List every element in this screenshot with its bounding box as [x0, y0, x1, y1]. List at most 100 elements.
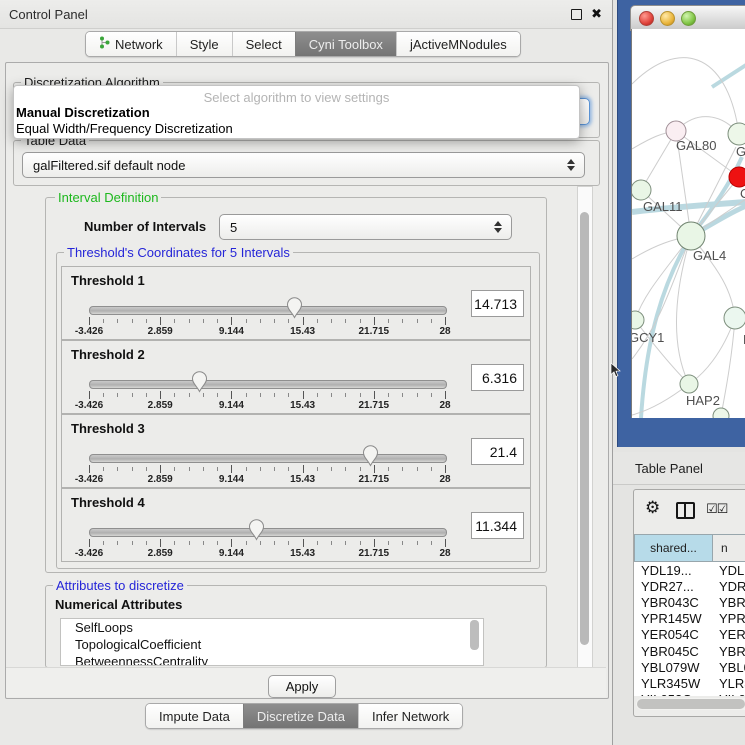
tab-style[interactable]: Style	[176, 32, 232, 56]
table-body[interactable]: YDL19...YDL1YDR27...YDR2YBR043CYBR0YPR14…	[634, 562, 745, 696]
network-window-titlebar[interactable]	[630, 5, 745, 31]
slider-tick	[217, 319, 218, 323]
network-node-GAL4[interactable]	[677, 222, 705, 250]
slider-tick-label: -3.426	[75, 326, 103, 337]
table-row[interactable]: YBL079WYBL0	[634, 659, 745, 675]
slider-tick	[402, 541, 403, 545]
slider-tick	[246, 541, 247, 545]
apply-button[interactable]: Apply	[268, 675, 336, 698]
panel-vertical-scrollbar[interactable]	[577, 186, 593, 669]
attribute-list-item[interactable]: TopologicalCoefficient	[61, 636, 483, 653]
attribute-list-item[interactable]: SelfLoops	[61, 619, 483, 636]
tab-infer-network[interactable]: Infer Network	[358, 704, 462, 728]
threshold-value-field[interactable]: 11.344	[471, 512, 524, 539]
table-data-combobox[interactable]: galFiltered.sif default node	[22, 152, 585, 178]
table-row[interactable]: YBR043CYBR0	[634, 594, 745, 610]
threshold-value-field[interactable]: 14.713	[471, 290, 524, 317]
tab-impute-data[interactable]: Impute Data	[146, 704, 243, 728]
attribute-list-item[interactable]: BetweennessCentrality	[61, 653, 483, 666]
slider-tick	[132, 467, 133, 471]
bottom-tab-group: Impute Data Discretize DataInfer Network	[145, 703, 463, 729]
network-node-GA[interactable]	[728, 123, 745, 145]
slider-track[interactable]	[89, 306, 447, 315]
close-icon[interactable]: ✖	[591, 6, 602, 22]
table-row[interactable]: YLR345WYLR3	[634, 675, 745, 691]
slider-tick	[360, 393, 361, 397]
threshold-value-field[interactable]: 21.4	[471, 438, 524, 465]
table-row[interactable]: YDR27...YDR2	[634, 578, 745, 594]
slider-tick	[360, 541, 361, 545]
network-node-bottom-node[interactable]	[713, 408, 729, 418]
table-row[interactable]: YDL19...YDL1	[634, 562, 745, 578]
slider-thumb[interactable]	[362, 444, 379, 467]
network-node-label: GAL80	[676, 138, 716, 153]
cell-name: YBR0	[713, 644, 745, 659]
slider-tick	[288, 541, 289, 545]
checkbox-icons[interactable]: ☑☑	[706, 501, 727, 517]
float-window-icon[interactable]	[571, 9, 582, 20]
slider-tick	[246, 393, 247, 397]
column-layout-icon[interactable]	[676, 502, 695, 519]
slider-tick	[174, 541, 175, 545]
network-node-GCY1[interactable]	[632, 311, 644, 329]
cell-shared-name: YBR045C	[634, 644, 713, 659]
network-node-GAL11[interactable]	[632, 180, 651, 200]
scrollbar-thumb[interactable]	[637, 699, 745, 709]
slider-track[interactable]	[89, 380, 447, 389]
network-node-H[interactable]	[724, 307, 745, 329]
slider-tick	[132, 319, 133, 323]
table-row[interactable]: YIL052CYIL0	[634, 692, 745, 697]
table-row[interactable]: YER054CYER0	[634, 627, 745, 643]
tab-jactivemnodules[interactable]: jActiveMNodules	[396, 32, 520, 56]
tab-label: Impute Data	[159, 709, 230, 724]
slider-tick-label: 9.144	[219, 474, 244, 485]
network-node-red-node[interactable]	[729, 167, 745, 187]
slider-thumb[interactable]	[286, 296, 303, 319]
network-node-HAP2[interactable]	[680, 375, 698, 393]
attributes-list-scrollbar[interactable]	[470, 620, 479, 650]
slider-track[interactable]	[89, 528, 447, 537]
slider-tick	[445, 539, 446, 547]
slider-tick	[360, 467, 361, 471]
scrollbar-thumb[interactable]	[580, 212, 589, 645]
slider-tick	[431, 319, 432, 323]
table-horizontal-scrollbar[interactable]	[636, 698, 745, 710]
combo-arrows-icon	[494, 221, 502, 233]
slider-tick	[231, 317, 232, 325]
network-canvas[interactable]: GAL80GACGAL11GAL4GCY1HHAP2	[631, 29, 745, 418]
slider-tick	[260, 467, 261, 471]
slider-thumb[interactable]	[248, 518, 265, 541]
table-row[interactable]: YBR045CYBR0	[634, 643, 745, 659]
slider-tick	[374, 391, 375, 399]
slider-tick	[345, 467, 346, 471]
slider-tick	[146, 541, 147, 545]
popup-option-manual[interactable]: Manual Discretization	[16, 105, 150, 120]
slider-thumb[interactable]	[191, 370, 208, 393]
tab-cyni-toolbox[interactable]: Cyni Toolbox	[295, 32, 396, 56]
gear-icon[interactable]: ⚙	[645, 499, 660, 516]
threshold-panel-1: Threshold 1-3.4262.8599.14415.4321.71528…	[61, 266, 531, 340]
tab-select[interactable]: Select	[232, 32, 295, 56]
column-header-name[interactable]: n	[713, 534, 745, 562]
slider-tick-label: -3.426	[75, 400, 103, 411]
tab-discretize-data[interactable]: Discretize Data	[243, 704, 358, 728]
column-header-shared[interactable]: shared...	[634, 534, 713, 562]
number-of-intervals-combobox[interactable]: 5	[219, 214, 512, 240]
cell-name: YDR2	[713, 579, 745, 594]
close-traffic-light-icon[interactable]	[639, 11, 654, 26]
threshold-label: Threshold 3	[71, 421, 145, 436]
slider-tick	[203, 393, 204, 397]
minimize-traffic-light-icon[interactable]	[660, 11, 675, 26]
zoom-traffic-light-icon[interactable]	[681, 11, 696, 26]
slider-tick-label: 2.859	[148, 326, 173, 337]
slider-track[interactable]	[89, 454, 447, 463]
table-row[interactable]: YPR145WYPR1	[634, 611, 745, 627]
cell-shared-name: YPR145W	[634, 611, 713, 626]
threshold-value-field[interactable]: 6.316	[471, 364, 524, 391]
slider-tick	[217, 541, 218, 545]
tab-network[interactable]: Network	[86, 32, 176, 56]
numerical-attributes-list[interactable]: SelfLoopsTopologicalCoefficientBetweenne…	[60, 618, 484, 666]
attributes-group-label: Attributes to discretize	[53, 578, 187, 593]
slider-tick	[132, 393, 133, 397]
popup-option-equal-width[interactable]: Equal Width/Frequency Discretization	[16, 121, 233, 136]
